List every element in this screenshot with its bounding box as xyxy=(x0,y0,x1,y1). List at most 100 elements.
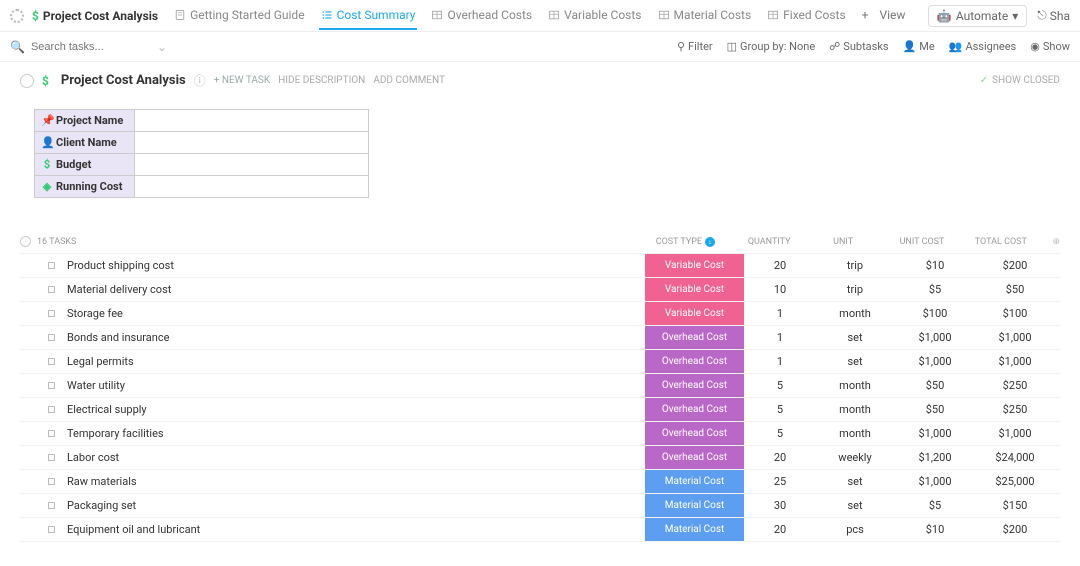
cost-type-tag[interactable]: Material Cost xyxy=(645,494,745,517)
task-row[interactable]: Packaging setMaterial Cost30set$5$150 xyxy=(20,493,1060,517)
cost-type-tag[interactable]: Overhead Cost xyxy=(645,422,745,445)
field-value[interactable] xyxy=(135,154,369,176)
share-button[interactable]: ⎋ Sha xyxy=(1037,8,1070,23)
total-cost-cell[interactable]: $50 xyxy=(975,278,1055,301)
cost-type-tag[interactable]: Material Cost xyxy=(645,470,745,493)
unit-cell[interactable]: month xyxy=(815,398,895,421)
task-row[interactable]: Raw materialsMaterial Cost25set$1,000$25… xyxy=(20,469,1060,493)
unit-cell[interactable]: set xyxy=(815,470,895,493)
cost-type-tag[interactable]: Variable Cost xyxy=(645,302,745,325)
column-unit-cost[interactable]: UNIT COST xyxy=(883,237,962,247)
unit-cost-cell[interactable]: $5 xyxy=(895,278,975,301)
task-row[interactable]: Temporary facilitiesOverhead Cost5month$… xyxy=(20,421,1060,445)
tab-fixed-costs[interactable]: Fixed Costs xyxy=(765,1,847,30)
cost-type-tag[interactable]: Overhead Cost xyxy=(645,326,745,349)
column-unit[interactable]: UNIT xyxy=(804,237,883,247)
unit-cell[interactable]: set xyxy=(815,350,895,373)
column-cost-type[interactable]: COST TYPE ↓ xyxy=(636,237,735,247)
info-icon[interactable]: ⓘ xyxy=(194,72,206,89)
unit-cell[interactable]: pcs xyxy=(815,518,895,541)
assignees-button[interactable]: 👥Assignees xyxy=(949,40,1017,53)
task-row[interactable]: Bonds and insuranceOverhead Cost1set$1,0… xyxy=(20,325,1060,349)
search-input[interactable] xyxy=(31,41,131,53)
status-square-icon[interactable] xyxy=(48,502,55,509)
column-quantity[interactable]: QUANTITY xyxy=(735,237,804,247)
status-square-icon[interactable] xyxy=(48,454,55,461)
tab-cost-summary[interactable]: Cost Summary xyxy=(319,1,418,30)
unit-cell[interactable]: trip xyxy=(815,278,895,301)
quantity-cell[interactable]: 1 xyxy=(745,326,815,349)
cost-type-tag[interactable]: Overhead Cost xyxy=(645,350,745,373)
unit-cell[interactable]: set xyxy=(815,494,895,517)
unit-cost-cell[interactable]: $50 xyxy=(895,398,975,421)
cost-type-tag[interactable]: Material Cost xyxy=(645,518,745,541)
quantity-cell[interactable]: 20 xyxy=(745,518,815,541)
unit-cost-cell[interactable]: $1,000 xyxy=(895,422,975,445)
unit-cost-cell[interactable]: $5 xyxy=(895,494,975,517)
hide-description-button[interactable]: HIDE DESCRIPTION xyxy=(278,75,365,86)
status-square-icon[interactable] xyxy=(48,406,55,413)
status-square-icon[interactable] xyxy=(48,382,55,389)
task-row[interactable]: Material delivery costVariable Cost10tri… xyxy=(20,277,1060,301)
unit-cell[interactable]: month xyxy=(815,374,895,397)
quantity-cell[interactable]: 20 xyxy=(745,254,815,277)
unit-cost-cell[interactable]: $1,000 xyxy=(895,350,975,373)
cost-type-tag[interactable]: Variable Cost xyxy=(645,254,745,277)
unit-cell[interactable]: weekly xyxy=(815,446,895,469)
status-circle-icon[interactable] xyxy=(20,74,34,88)
total-cost-cell[interactable]: $100 xyxy=(975,302,1055,325)
groupby-button[interactable]: ◫Group by: None xyxy=(727,40,816,53)
quantity-cell[interactable]: 25 xyxy=(745,470,815,493)
total-cost-cell[interactable]: $150 xyxy=(975,494,1055,517)
task-row[interactable]: Water utilityOverhead Cost5month$50$250 xyxy=(20,373,1060,397)
status-square-icon[interactable] xyxy=(48,286,55,293)
quantity-cell[interactable]: 5 xyxy=(745,398,815,421)
automate-button[interactable]: 🤖 Automate ▾ xyxy=(928,5,1027,27)
cost-type-tag[interactable]: Overhead Cost xyxy=(645,374,745,397)
unit-cost-cell[interactable]: $1,200 xyxy=(895,446,975,469)
tab-material-costs[interactable]: Material Costs xyxy=(656,1,754,30)
total-cost-cell[interactable]: $1,000 xyxy=(975,350,1055,373)
task-row[interactable]: Equipment oil and lubricantMaterial Cost… xyxy=(20,517,1060,542)
add-column-button[interactable]: ⊕ xyxy=(1040,237,1060,247)
quantity-cell[interactable]: 1 xyxy=(745,302,815,325)
unit-cost-cell[interactable]: $50 xyxy=(895,374,975,397)
column-total-cost[interactable]: TOTAL COST xyxy=(961,237,1040,247)
total-cost-cell[interactable]: $1,000 xyxy=(975,422,1055,445)
status-square-icon[interactable] xyxy=(48,334,55,341)
subtasks-button[interactable]: ☍Subtasks xyxy=(829,40,888,53)
field-value[interactable] xyxy=(135,132,369,154)
status-square-icon[interactable] xyxy=(48,262,55,269)
task-row[interactable]: Electrical supplyOverhead Cost5month$50$… xyxy=(20,397,1060,421)
quantity-cell[interactable]: 30 xyxy=(745,494,815,517)
status-square-icon[interactable] xyxy=(48,358,55,365)
field-value[interactable] xyxy=(135,110,369,132)
task-row[interactable]: Product shipping costVariable Cost20trip… xyxy=(20,253,1060,277)
total-cost-cell[interactable]: $200 xyxy=(975,254,1055,277)
unit-cost-cell[interactable]: $1,000 xyxy=(895,470,975,493)
status-square-icon[interactable] xyxy=(48,310,55,317)
unit-cell[interactable]: trip xyxy=(815,254,895,277)
status-square-icon[interactable] xyxy=(48,430,55,437)
unit-cell[interactable]: month xyxy=(815,422,895,445)
total-cost-cell[interactable]: $24,000 xyxy=(975,446,1055,469)
show-closed-button[interactable]: SHOW CLOSED xyxy=(992,75,1060,86)
total-cost-cell[interactable]: $25,000 xyxy=(975,470,1055,493)
unit-cell[interactable]: month xyxy=(815,302,895,325)
quantity-cell[interactable]: 5 xyxy=(745,422,815,445)
unit-cost-cell[interactable]: $1,000 xyxy=(895,326,975,349)
tab-overhead-costs[interactable]: Overhead Costs xyxy=(429,1,534,30)
unit-cost-cell[interactable]: $100 xyxy=(895,302,975,325)
tab-getting-started-guide[interactable]: Getting Started Guide xyxy=(172,1,306,30)
show-button[interactable]: ◉Show xyxy=(1030,40,1070,53)
cost-type-tag[interactable]: Overhead Cost xyxy=(645,446,745,469)
task-row[interactable]: Labor costOverhead Cost20weekly$1,200$24… xyxy=(20,445,1060,469)
quantity-cell[interactable]: 20 xyxy=(745,446,815,469)
tab-variable-costs[interactable]: Variable Costs xyxy=(546,1,643,30)
unit-cost-cell[interactable]: $10 xyxy=(895,254,975,277)
cost-type-tag[interactable]: Overhead Cost xyxy=(645,398,745,421)
task-row[interactable]: Legal permitsOverhead Cost1set$1,000$1,0… xyxy=(20,349,1060,373)
status-square-icon[interactable] xyxy=(48,478,55,485)
new-task-button[interactable]: + NEW TASK xyxy=(214,75,270,86)
filter-button[interactable]: ⚲Filter xyxy=(677,40,713,53)
